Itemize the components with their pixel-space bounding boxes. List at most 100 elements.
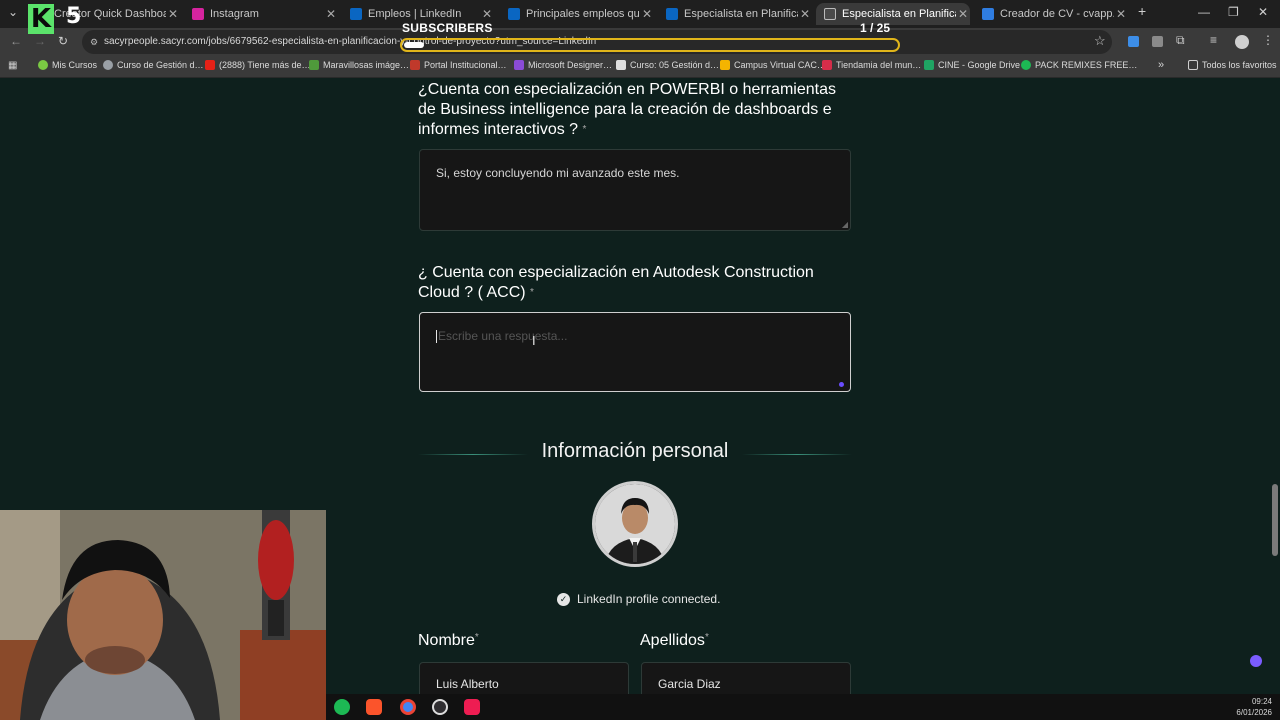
tab-search-icon[interactable]: ⌄: [8, 5, 18, 19]
apps-grid-icon[interactable]: ▦: [8, 60, 17, 71]
minimize-icon[interactable]: —: [1198, 5, 1210, 19]
system-clock[interactable]: 09:24 6/01/2026: [1236, 696, 1272, 718]
linkedin-status-text: LinkedIn profile connected.: [577, 592, 721, 606]
nombre-value: Luis Alberto: [436, 677, 499, 691]
required-mark: *: [474, 632, 479, 643]
close-tab-icon[interactable]: ✕: [166, 7, 180, 21]
bookmark-mis-cursos[interactable]: Mis Cursos: [38, 60, 97, 70]
bookmark-portal[interactable]: Portal Institucional…: [410, 60, 507, 70]
site-info-icon[interactable]: ⚙: [90, 30, 98, 54]
tab-label: Especialista en Planificación y C…: [842, 8, 956, 20]
bookmark-pack-remixes[interactable]: PACK REMIXES FREE…: [1021, 60, 1137, 70]
restore-icon[interactable]: ❐: [1228, 5, 1239, 19]
google-drive-icon: [924, 60, 934, 70]
bookmark-tiendamia[interactable]: Tiendamia del mun…: [822, 60, 921, 70]
back-icon[interactable]: ←: [10, 34, 22, 48]
bookmark-favicon-icon: [616, 60, 626, 70]
linkedin-connected-status: ✓ LinkedIn profile connected.: [557, 592, 720, 606]
tab-label: Empleos | LinkedIn: [368, 8, 462, 20]
clock-date: 6/01/2026: [1236, 708, 1272, 717]
acc-answer-placeholder: Escribe una respuesta...: [438, 329, 568, 343]
apellidos-input[interactable]: Garcia Diaz: [641, 662, 851, 694]
close-tab-icon[interactable]: ✕: [324, 7, 338, 21]
forward-icon[interactable]: →: [34, 34, 46, 48]
webcam-image: [0, 510, 326, 720]
bookmark-label: PACK REMIXES FREE…: [1035, 60, 1138, 70]
subscribers-goal-fill: [404, 42, 424, 48]
browser-menu-icon[interactable]: ⋮: [1262, 33, 1274, 47]
channel-logo-k: K: [28, 4, 54, 34]
apellidos-label-text: Apellidos: [640, 632, 705, 649]
apellidos-label: Apellidos*: [640, 632, 709, 650]
bookmark-maravillosas[interactable]: Maravillosas imáge…: [309, 60, 409, 70]
tab-sacyr-especialista[interactable]: Especialista en Planificación y C… ✕: [816, 3, 970, 25]
floating-assistant-icon[interactable]: [1250, 655, 1262, 667]
obs-icon[interactable]: [432, 699, 448, 715]
sacyr-favicon-icon: [824, 8, 836, 20]
bookmark-youtube[interactable]: (2888) Tiene más de…: [205, 60, 311, 70]
section-divider-right: [742, 454, 852, 455]
tab-linkedin-principales[interactable]: Principales empleos que te re… ✕: [500, 3, 654, 25]
new-tab-button[interactable]: +: [1138, 3, 1146, 19]
extensions-puzzle-icon[interactable]: ⧉: [1176, 33, 1185, 48]
extension-icon[interactable]: [1128, 36, 1139, 47]
nombre-input[interactable]: Luis Alberto: [419, 662, 629, 694]
page-scrollbar[interactable]: [1272, 484, 1278, 556]
channel-logo-number: 5: [66, 4, 82, 29]
text-caret: [436, 330, 437, 344]
reload-icon[interactable]: ↻: [58, 34, 68, 48]
tab-cvapp[interactable]: Creador de CV - cvapp.es ✕: [974, 3, 1128, 25]
clock-time: 09:24: [1251, 697, 1272, 706]
close-tab-icon[interactable]: ✕: [1114, 7, 1128, 21]
tab-instagram[interactable]: Instagram ✕: [184, 3, 338, 25]
tiktok-icon[interactable]: [464, 699, 480, 715]
chrome-icon[interactable]: [400, 699, 416, 715]
resize-handle-icon[interactable]: ◢: [842, 220, 848, 229]
spotify-icon[interactable]: [334, 699, 350, 715]
close-tab-icon[interactable]: ✕: [640, 7, 654, 21]
bookmarks-bar: ▦ Mis Cursos Curso de Gestión d… (2888) …: [0, 56, 1280, 78]
all-favorites-folder[interactable]: Todos los favoritos: [1188, 60, 1277, 70]
question-powerbi-title: ¿Cuenta con especialización en POWERBI o…: [418, 80, 858, 140]
bookmark-star-icon[interactable]: ☆: [1094, 33, 1106, 49]
bookmark-favicon-icon: [38, 60, 48, 70]
bookmark-favicon-icon: [720, 60, 730, 70]
powerbi-answer-text: Si, estoy concluyendo mi avanzado este m…: [436, 166, 680, 180]
close-tab-icon[interactable]: ✕: [956, 7, 970, 21]
bookmark-favicon-icon: [514, 60, 524, 70]
tab-linkedin-especialista[interactable]: Especialista en Planificación y C… ✕: [658, 3, 812, 25]
text-cursor-icon: I: [532, 333, 536, 348]
extension-icon[interactable]: [1152, 36, 1163, 47]
close-window-icon[interactable]: ✕: [1258, 5, 1268, 19]
acc-answer-textarea[interactable]: Escribe una respuesta... I: [419, 312, 851, 392]
bookmark-label: Maravillosas imáge…: [323, 60, 410, 70]
bookmark-label: Campus Virtual CAC…: [734, 60, 826, 70]
media-control-icon[interactable]: ≡: [1210, 33, 1217, 47]
powerbi-answer-textarea[interactable]: Si, estoy concluyendo mi avanzado este m…: [419, 149, 851, 231]
grammar-assistant-icon[interactable]: [839, 382, 844, 387]
bookmark-curso-gestion[interactable]: Curso de Gestión d…: [103, 60, 204, 70]
cvapp-favicon-icon: [982, 8, 994, 20]
apellidos-value: Garcia Diaz: [658, 677, 721, 691]
question-text: ¿Cuenta con especialización en POWERBI o…: [418, 81, 836, 138]
required-mark: *: [530, 287, 534, 298]
profile-photo-image: [595, 484, 675, 564]
bookmark-campus-virtual[interactable]: Campus Virtual CAC…: [720, 60, 826, 70]
required-mark: *: [704, 632, 709, 643]
more-bookmarks-icon[interactable]: »: [1158, 59, 1164, 71]
profile-photo[interactable]: [592, 481, 678, 567]
bookmark-favicon-icon: [1021, 60, 1031, 70]
brave-icon[interactable]: [366, 699, 382, 715]
close-tab-icon[interactable]: ✕: [798, 7, 812, 21]
close-tab-icon[interactable]: ✕: [480, 7, 494, 21]
subscribers-goal-bar: [400, 38, 900, 52]
profile-avatar-icon[interactable]: [1235, 35, 1249, 49]
bookmark-curso-05[interactable]: Curso: 05 Gestión d…: [616, 60, 719, 70]
bookmark-cine-drive[interactable]: CINE - Google Drive: [924, 60, 1020, 70]
nombre-label: Nombre*: [418, 632, 479, 650]
bookmark-microsoft-designer[interactable]: Microsoft Designer…: [514, 60, 612, 70]
youtube-favicon-icon: [205, 60, 215, 70]
subscribers-goal-count: 1 / 25: [860, 21, 891, 35]
windows-taskbar: 09:24 6/01/2026: [326, 694, 1280, 720]
question-acc-title: ¿ Cuenta con especialización en Autodesk…: [418, 263, 858, 303]
